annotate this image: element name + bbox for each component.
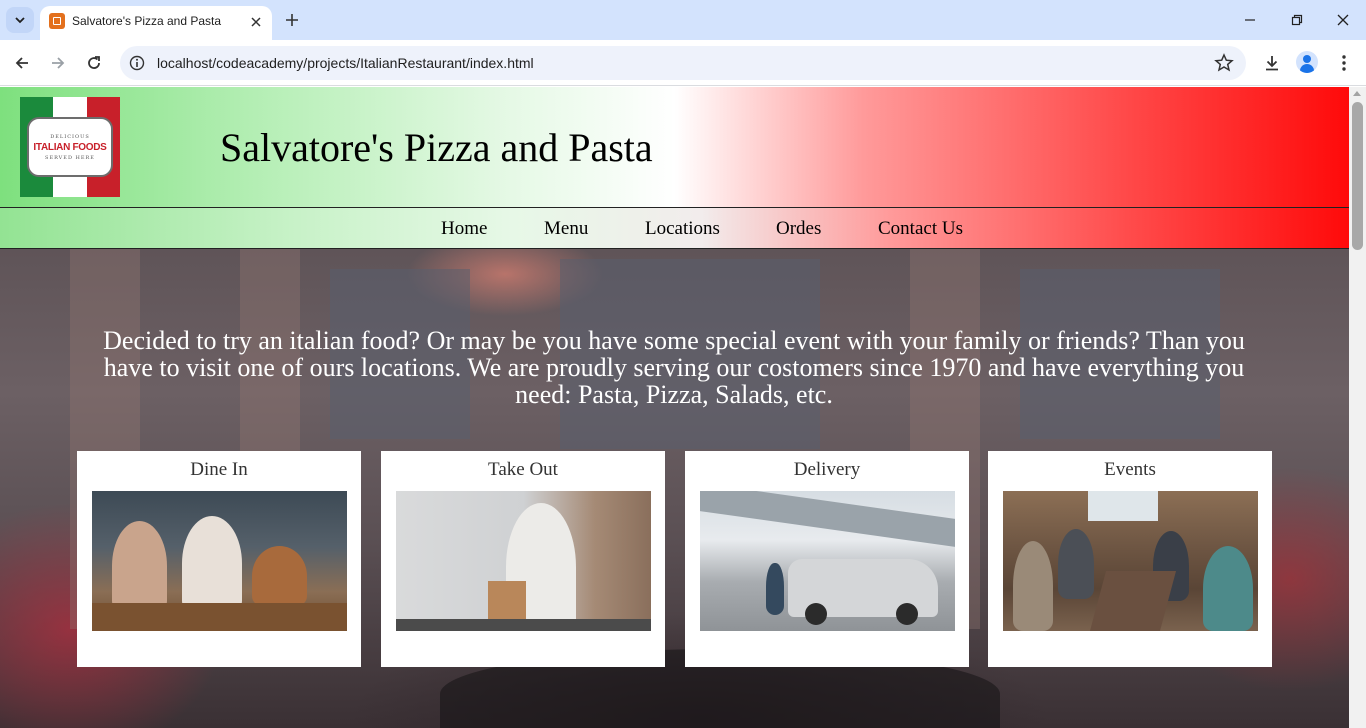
page-viewport: DELICIOUS ITALIAN FOODS SERVED HERE Salv… (0, 87, 1349, 728)
forward-button[interactable] (45, 50, 71, 76)
logo-main-text: ITALIAN FOODS (33, 141, 107, 153)
xampp-favicon-icon (49, 13, 65, 29)
info-icon[interactable] (129, 55, 145, 71)
scrollbar-thumb[interactable] (1352, 102, 1363, 250)
tab-search-button[interactable] (6, 7, 34, 33)
tab-close-button[interactable] (246, 12, 266, 32)
intro-text: Decided to try an italian food? Or may b… (103, 326, 1245, 409)
scroll-up-arrow-icon[interactable] (1353, 91, 1361, 96)
back-button[interactable] (9, 50, 35, 76)
window-close-button[interactable] (1330, 8, 1356, 32)
site-nav: Home Menu Locations Ordes Contact Us (0, 207, 1349, 249)
nav-home[interactable]: Home (441, 218, 487, 240)
kebab-menu-icon (1342, 55, 1346, 71)
bookmark-star-icon[interactable] (1214, 53, 1234, 73)
nav-orders[interactable]: Ordes (776, 218, 821, 240)
close-icon (1337, 14, 1349, 26)
download-icon (1266, 56, 1278, 71)
profile-avatar-icon[interactable] (1296, 51, 1318, 73)
take-out-image (396, 491, 651, 631)
reload-button[interactable] (81, 50, 107, 76)
card-events[interactable]: Events (988, 451, 1272, 667)
browser-tab-strip: Salvatore's Pizza and Pasta (0, 0, 1366, 40)
nav-locations[interactable]: Locations (645, 218, 720, 240)
card-delivery[interactable]: Delivery (685, 451, 969, 667)
close-icon (251, 17, 261, 27)
site-header: DELICIOUS ITALIAN FOODS SERVED HERE Salv… (0, 87, 1349, 208)
minimize-button[interactable] (1237, 8, 1263, 32)
card-title: Delivery (793, 459, 861, 480)
delivery-image (700, 491, 955, 631)
restore-button[interactable] (1284, 8, 1310, 32)
browser-menu-button[interactable] (1332, 51, 1356, 75)
card-title: Dine In (190, 459, 248, 480)
chevron-down-icon (15, 17, 25, 24)
card-take-out[interactable]: Take Out (381, 451, 665, 667)
italian-foods-logo[interactable]: DELICIOUS ITALIAN FOODS SERVED HERE (20, 97, 120, 197)
address-bar[interactable]: localhost/codeacademy/projects/ItalianRe… (120, 46, 1246, 80)
plus-icon (286, 14, 298, 26)
nav-contact-us[interactable]: Contact Us (878, 218, 963, 240)
browser-tab-active[interactable]: Salvatore's Pizza and Pasta (40, 6, 272, 40)
logo-top-text: DELICIOUS (50, 133, 90, 140)
nav-menu[interactable]: Menu (544, 218, 588, 240)
dine-in-image (92, 491, 347, 631)
reload-icon (88, 56, 100, 69)
new-tab-button[interactable] (281, 9, 303, 31)
page-scrollbar[interactable] (1349, 87, 1366, 728)
downloads-button[interactable] (1260, 51, 1284, 75)
logo-bottom-text: SERVED HERE (45, 154, 95, 161)
card-title: Events (1104, 459, 1156, 480)
arrow-left-icon (15, 57, 28, 69)
events-image (1003, 491, 1258, 631)
tab-title: Salvatore's Pizza and Pasta (72, 14, 222, 28)
logo-badge: DELICIOUS ITALIAN FOODS SERVED HERE (27, 117, 113, 177)
minimize-icon (1245, 19, 1255, 21)
card-title: Take Out (488, 459, 558, 480)
url-text: localhost/codeacademy/projects/ItalianRe… (157, 55, 534, 71)
arrow-right-icon (52, 57, 65, 69)
card-dine-in[interactable]: Dine In (77, 451, 361, 667)
hero-section: Decided to try an italian food? Or may b… (0, 249, 1349, 728)
restore-icon (1291, 14, 1303, 26)
site-title: Salvatore's Pizza and Pasta (220, 125, 653, 170)
browser-toolbar: localhost/codeacademy/projects/ItalianRe… (0, 40, 1366, 86)
